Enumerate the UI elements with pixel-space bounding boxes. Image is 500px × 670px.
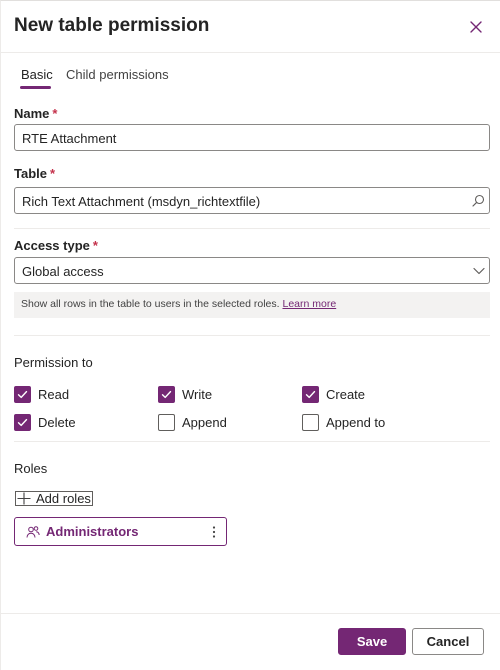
footer-divider [1, 613, 500, 614]
role-chip-administrators[interactable]: Administrators [14, 517, 227, 546]
name-label-text: Name [14, 106, 50, 121]
checkbox-label: Write [182, 387, 213, 402]
more-vertical-icon[interactable] [211, 525, 217, 539]
table-input-value: Rich Text Attachment (msdyn_richtextfile… [22, 194, 261, 209]
table-label-text: Table [14, 166, 47, 181]
table-label: Table * [14, 166, 55, 181]
checkbox-delete[interactable]: Delete [14, 414, 76, 431]
add-roles-button[interactable]: Add roles [15, 491, 93, 506]
name-label: Name * [14, 106, 57, 121]
tab-child-permissions[interactable]: Child permissions [66, 67, 169, 82]
required-marker: * [92, 238, 98, 253]
new-table-permission-panel: New table permission Basic Child permiss… [0, 0, 500, 670]
roles-label: Roles [14, 461, 48, 476]
checkbox-create[interactable]: Create [302, 386, 365, 403]
checkbox-unchecked-icon [302, 414, 319, 431]
section-divider [14, 228, 490, 229]
name-input-value: RTE Attachment [22, 131, 117, 146]
panel-header: New table permission [1, 1, 500, 53]
cancel-button[interactable]: Cancel [412, 628, 484, 655]
people-icon [26, 525, 40, 539]
role-chip-label: Administrators [46, 524, 139, 539]
permission-to-label: Permission to [14, 355, 93, 370]
checkbox-checked-icon [302, 386, 319, 403]
access-type-value: Global access [22, 264, 104, 279]
add-icon [17, 492, 31, 505]
access-type-label: Access type * [14, 238, 98, 253]
checkbox-label: Create [326, 387, 366, 402]
access-type-info: Show all rows in the table to users in t… [14, 292, 490, 318]
checkbox-label: Read [38, 387, 70, 402]
checkbox-label: Append to [326, 415, 386, 430]
checkbox-checked-icon [14, 414, 31, 431]
checkbox-append-to[interactable]: Append to [302, 414, 385, 431]
save-button[interactable]: Save [338, 628, 406, 655]
section-divider [14, 335, 490, 336]
learn-more-link[interactable]: Learn more [282, 298, 336, 310]
checkbox-label: Delete [38, 415, 76, 430]
required-marker: * [52, 106, 58, 121]
tab-basic[interactable]: Basic [21, 67, 53, 82]
search-icon[interactable] [470, 193, 486, 209]
close-icon[interactable] [467, 18, 485, 36]
checkbox-append[interactable]: Append [158, 414, 227, 431]
chevron-down-icon[interactable] [471, 263, 487, 279]
add-roles-label: Add roles [36, 491, 91, 506]
panel-title: New table permission [14, 15, 210, 36]
section-divider [14, 441, 490, 442]
access-type-label-text: Access type [14, 238, 90, 253]
access-type-info-text: Show all rows in the table to users in t… [21, 298, 280, 310]
checkbox-checked-icon [14, 386, 31, 403]
access-type-dropdown[interactable]: Global access [14, 257, 490, 284]
name-input[interactable]: RTE Attachment [14, 124, 490, 151]
tab-active-indicator [20, 86, 51, 89]
required-marker: * [50, 166, 56, 181]
checkbox-unchecked-icon [158, 414, 175, 431]
checkbox-label: Append [182, 415, 227, 430]
checkbox-checked-icon [158, 386, 175, 403]
checkbox-write[interactable]: Write [158, 386, 212, 403]
checkbox-read[interactable]: Read [14, 386, 69, 403]
table-lookup-input[interactable]: Rich Text Attachment (msdyn_richtextfile… [14, 187, 490, 214]
